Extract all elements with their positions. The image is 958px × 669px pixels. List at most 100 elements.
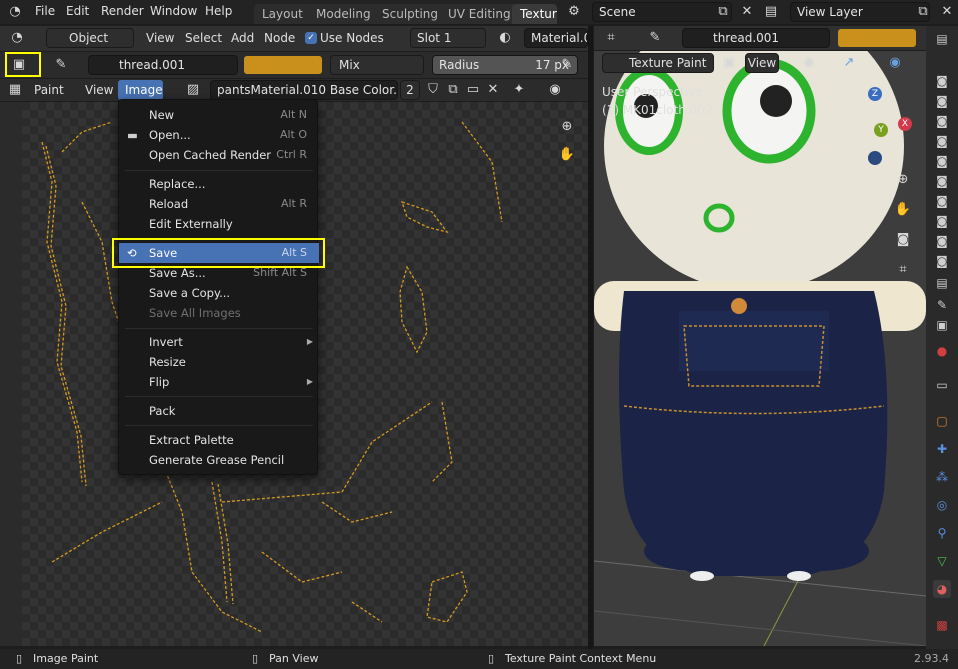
viewport-brush-field[interactable]: thread.001	[682, 28, 830, 48]
material-field[interactable]: Material.01	[524, 28, 588, 48]
object-properties-icon[interactable]: ▢	[933, 412, 951, 430]
menu-help[interactable]: Help	[205, 4, 232, 18]
tab-sculpting[interactable]: Sculpting	[374, 4, 447, 24]
3d-viewport[interactable]: Texture Paint ▣ View ◉ ↗ ◉ User Perspect…	[594, 51, 926, 646]
texture-properties-icon[interactable]: ▩	[933, 616, 951, 634]
delete-view-layer-icon[interactable]: ✕	[938, 3, 956, 21]
menu-item-save-copy[interactable]: Save a Copy...	[119, 283, 319, 303]
camera-icon[interactable]: ◙	[933, 92, 951, 110]
radius-field[interactable]: Radius 17 px	[432, 55, 578, 75]
menu-item-reload[interactable]: Reload Alt R	[119, 194, 319, 214]
ortho-toggle-icon[interactable]: ⌗	[894, 261, 912, 279]
viewport-pan-icon[interactable]: ✋	[894, 201, 912, 219]
overlay-icon[interactable]: ◉	[546, 81, 564, 99]
object-data-icon[interactable]: ▽	[933, 552, 951, 570]
axis-z-icon[interactable]: Z	[868, 87, 882, 101]
brush-name-field[interactable]: thread.001	[88, 55, 238, 75]
slot-dropdown[interactable]: Slot 1	[410, 28, 486, 48]
menu-window[interactable]: Window	[150, 4, 197, 18]
tab-modeling[interactable]: Modeling	[308, 4, 379, 24]
tab-uv-editing[interactable]: UV Editing	[440, 4, 519, 24]
view-layer-field[interactable]: View Layer	[790, 2, 930, 22]
copy-scene-icon[interactable]: ⧉	[714, 3, 732, 21]
camera-icon[interactable]: ◙	[933, 72, 951, 90]
image-name-field[interactable]: pantsMaterial.010 Base Color.001	[210, 80, 398, 100]
world-properties-icon[interactable]: ●	[933, 342, 951, 360]
blender-logo-icon[interactable]: ◔	[6, 3, 24, 21]
render-properties-icon[interactable]: ▣	[933, 316, 951, 334]
camera-icon[interactable]: ◙	[933, 212, 951, 230]
new-image-icon[interactable]: ⧉	[444, 81, 462, 99]
menu-item-generate-grease-pencil[interactable]: Generate Grease Pencil	[119, 450, 319, 470]
pin-icon[interactable]: ✦	[510, 81, 528, 99]
gizmo-icon[interactable]: ↗	[840, 54, 858, 72]
viewport-view-menu[interactable]: View	[745, 53, 779, 73]
image-editor-icon[interactable]: ▦	[6, 81, 24, 99]
delete-scene-icon[interactable]: ✕	[738, 3, 756, 21]
viewport-overlay-icon[interactable]: ◉	[886, 54, 904, 72]
image-browse-icon[interactable]: ▨	[184, 81, 202, 99]
menu-item-pack[interactable]: Pack	[119, 401, 319, 421]
image-users-count[interactable]: 2	[400, 80, 420, 100]
properties-toggle-icon[interactable]: ▤	[933, 274, 951, 292]
header-node-menu[interactable]: Node	[264, 31, 295, 45]
axis-x-icon[interactable]: X	[898, 117, 912, 131]
viewport-brush-icon[interactable]: ✎	[646, 29, 664, 47]
blend-mode-dropdown[interactable]: Mix	[330, 55, 424, 75]
menu-render[interactable]: Render	[101, 4, 144, 18]
camera-icon[interactable]: ◙	[933, 152, 951, 170]
pan-hand-icon[interactable]: ✋	[558, 146, 576, 164]
paint-menu[interactable]: Paint	[34, 83, 64, 97]
camera-icon[interactable]: ◙	[933, 132, 951, 150]
brush-icon[interactable]: ✎	[52, 56, 70, 74]
menu-edit[interactable]: Edit	[66, 4, 89, 18]
header-add-menu[interactable]: Add	[231, 31, 254, 45]
object-mode-dropdown[interactable]: Object	[46, 28, 134, 48]
camera-view-icon[interactable]: ◙	[894, 231, 912, 249]
axis-y-icon[interactable]: Y	[874, 123, 888, 137]
menu-item-flip[interactable]: Flip ▶	[119, 372, 319, 392]
menu-item-open[interactable]: ▬ Open... Alt O	[119, 125, 319, 145]
copy-view-layer-icon[interactable]: ⧉	[914, 3, 932, 21]
particles-icon[interactable]: ⁂	[933, 468, 951, 486]
scene-field[interactable]: Scene	[592, 2, 732, 22]
open-image-icon[interactable]: ▭	[464, 81, 482, 99]
visibility-eye-icon[interactable]: ◉	[800, 54, 818, 72]
menu-item-open-cached-render[interactable]: Open Cached Render Ctrl R	[119, 145, 319, 165]
menu-file[interactable]: File	[35, 4, 55, 18]
outliner-toggle-icon[interactable]: ▤	[933, 30, 951, 48]
header-view-menu[interactable]: View	[146, 31, 174, 45]
viewport-color-swatch[interactable]	[838, 29, 916, 47]
physics-icon[interactable]: ◎	[933, 496, 951, 514]
menu-item-edit-externally[interactable]: Edit Externally	[119, 214, 319, 234]
constraints-icon[interactable]: ⚲	[933, 524, 951, 542]
material-properties-icon[interactable]: ◕	[933, 580, 951, 598]
view-layer-icon[interactable]: ▤	[762, 3, 780, 21]
header-select-menu[interactable]: Select	[185, 31, 222, 45]
use-nodes-checkbox[interactable]: ✓	[305, 32, 317, 44]
fake-user-icon[interactable]: ⛉	[424, 81, 442, 99]
menu-item-replace[interactable]: Replace...	[119, 174, 319, 194]
texture-paint-mode-dropdown[interactable]: Texture Paint	[602, 53, 714, 73]
collection-properties-icon[interactable]: ▭	[933, 376, 951, 394]
view-menu[interactable]: View	[85, 83, 113, 97]
camera-icon[interactable]: ◙	[933, 172, 951, 190]
paint-mode-icon[interactable]: ▣	[10, 56, 28, 74]
xray-icon[interactable]: ▣	[720, 54, 738, 72]
material-sphere-icon[interactable]: ◐	[496, 29, 514, 47]
tab-layout[interactable]: Layout	[254, 4, 311, 24]
unlink-image-icon[interactable]: ✕	[484, 81, 502, 99]
image-menu-active[interactable]: Image	[118, 80, 163, 100]
menu-item-new[interactable]: New Alt N	[119, 105, 319, 125]
menu-item-extract-palette[interactable]: Extract Palette	[119, 430, 319, 450]
camera-icon[interactable]: ◙	[933, 112, 951, 130]
viewport-editor-type-icon[interactable]: ⌗	[602, 29, 620, 47]
menu-item-invert[interactable]: Invert ▶	[119, 332, 319, 352]
editor-type-icon[interactable]: ◔	[8, 29, 26, 47]
tab-texture-paint[interactable]: Texture	[512, 4, 557, 24]
brush-color-swatch[interactable]	[244, 56, 322, 74]
axis-neg-z-icon[interactable]	[868, 151, 882, 165]
camera-icon[interactable]: ◙	[933, 192, 951, 210]
zoom-icon[interactable]: ⊕	[558, 118, 576, 136]
camera-icon[interactable]: ◙	[933, 232, 951, 250]
